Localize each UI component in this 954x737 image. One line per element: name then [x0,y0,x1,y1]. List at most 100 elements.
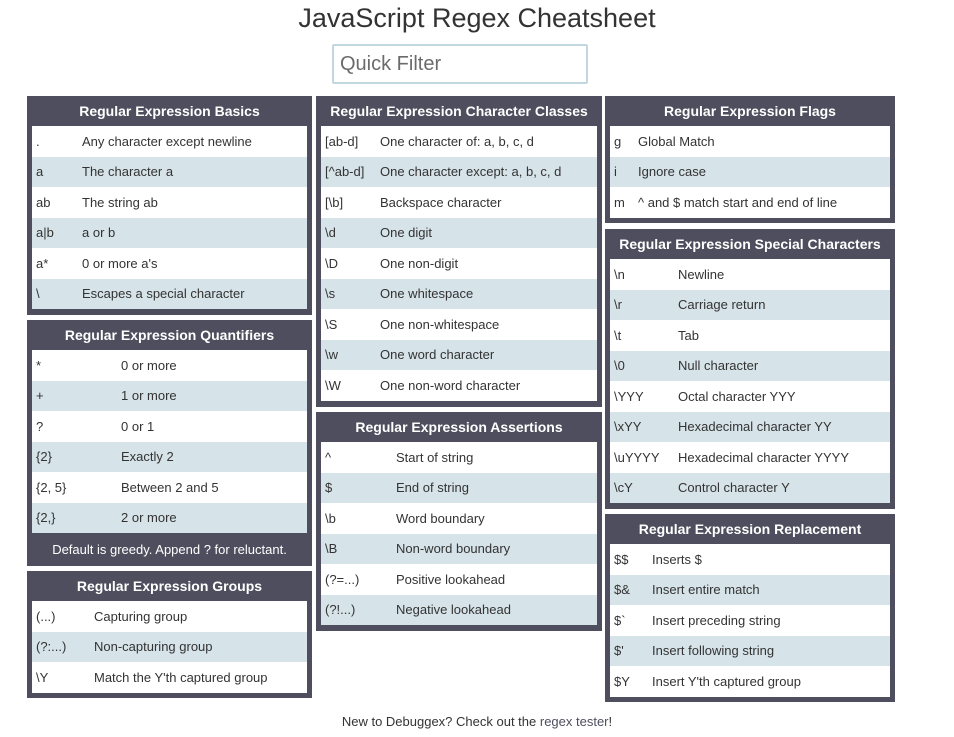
cheatsheet-row: (...) Capturing group [32,601,307,632]
row-description: Start of string [396,449,474,465]
row-pattern: \n [614,266,625,282]
row-description: Backspace character [380,194,502,210]
row-pattern: \d [325,225,336,241]
panel-title: Regular Expression Flags [664,103,836,119]
row-description: a or b [82,225,116,241]
cheatsheet-row: \Y Match the Y'th captured group [32,662,307,693]
cheatsheet-row: $Y Insert Y'th captured group [610,666,890,697]
row-pattern: \B [325,541,338,557]
row-description: Word boundary [396,510,485,526]
footer-text: New to Debuggex? Check out the [341,714,540,729]
cheatsheet-row: \D One non-digit [321,248,597,279]
row-pattern: $' [614,643,624,659]
footer: New to Debuggex? Check out the regex tes… [0,714,954,729]
row-pattern: \Y [36,669,49,685]
panel-replacement: Regular Expression Replacement $$ Inserts… [605,514,895,702]
cheatsheet-row: ab The string ab [32,187,307,218]
row-description: Escapes a special character [82,286,245,302]
row-description: One non-word character [380,377,521,393]
row-description: The string ab [82,194,158,210]
row-description: One digit [380,225,433,241]
cheatsheet-row: \W One non-word character [321,370,597,401]
cheatsheet-row: \r Carriage return [610,289,890,320]
row-list: * 0 or more +1 or more? 0 or 1 {2} Exactly 2{… [32,350,307,533]
row-pattern: {2} [36,449,52,465]
panel-assertions: Regular Expression Assertions ^ Start of … [316,412,602,631]
row-description: Between 2 and 5 [121,479,219,495]
row-description: End of string [396,480,469,496]
row-description: Ignore case [638,164,706,180]
row-description: Hexadecimal character YYYY [678,449,850,465]
cheatsheet-row: \d One digit [321,217,597,248]
cheatsheet-row: \uYYYY Hexadecimal character YYYY [610,442,890,473]
cheatsheet-row: ^ Start of string [321,442,597,473]
row-pattern: (?=...) [325,571,360,587]
row-description: Insert following string [652,643,775,659]
row-description: Negative lookahead [396,602,511,618]
row-pattern: \cY [614,480,633,496]
panel-flags: Regular Expression Flags g Global Match i I… [605,96,895,223]
panel-special-characters: Regular Expression Special Characters \n… [605,229,895,509]
row-pattern: \W [325,377,341,393]
row-description: Newline [678,266,725,282]
row-pattern: i [614,164,617,180]
row-description: Hexadecimal character YY [678,419,832,435]
cheatsheet-row: * 0 or more [32,350,307,381]
cheatsheet-row: $ End of string [321,472,597,503]
row-pattern: a [36,164,44,180]
row-pattern: [^ab-d] [325,164,365,180]
row-pattern: g [614,133,622,149]
regex-tester-link[interactable]: regex tester [540,714,609,729]
row-description: Match the Y'th captured group [94,669,268,685]
row-description: Insert Y'th captured group [652,673,801,689]
cheatsheet-row: [ab-d] One character of: a, b, c, d [321,126,597,157]
page-title: JavaScript Regex Cheatsheet [298,3,656,33]
row-list: $$ Inserts $ $& Insert entire match $` Insert… [610,544,890,697]
row-description: One non-digit [380,255,459,271]
cheatsheet-row: m ^ and $ match start and end of line [610,187,890,218]
row-pattern: $ [325,480,333,496]
cheatsheet-row: {2, 5} Between 2 and 5 [32,472,307,503]
row-description: 0 or more a's [82,255,158,271]
cheatsheet-row: . Any character except newline [32,126,307,157]
row-pattern: (?:...) [36,639,67,655]
row-pattern: \xYY [614,419,642,435]
row-pattern: \b [325,510,336,526]
row-list: (...) Capturing group (?:...) Non-capturing… [32,601,307,693]
row-pattern: {2, 5} [36,479,67,495]
row-pattern: ab [36,194,51,210]
cheatsheet-row: \t Tab [610,320,890,351]
cheatsheet-row: \b Word boundary [321,503,597,534]
cheatsheet-row: (?:...) Non-capturing group [32,631,307,662]
panel-title: Regular Expression Replacement [638,521,862,537]
footer-suffix: ! [608,714,613,729]
row-description: Non-word boundary [396,541,511,557]
panel-basics: Regular Expression Basics . Any character… [27,96,312,315]
cheatsheet-row: (?=...) Positive lookahead [321,564,597,595]
row-pattern: \ [36,286,40,302]
panel-title: Regular Expression Quantifiers [64,327,275,343]
quick-filter-input[interactable] [332,44,588,84]
row-description: Any character except newline [82,133,252,149]
row-list: . Any character except newline a The charac… [32,126,307,309]
row-pattern: + [36,388,44,404]
row-pattern: a|b [36,225,54,241]
row-description: 0 or 1 [121,418,155,434]
row-description: Carriage return [678,297,766,313]
row-pattern: \0 [614,358,625,374]
panel-title: Regular Expression Character Classes [330,103,588,119]
row-description: ^ and $ match start and end of line [638,194,838,210]
cheatsheet-row: \0 Null character [610,350,890,381]
row-pattern: [ab-d] [325,133,359,149]
row-pattern: $& [614,582,630,598]
cheatsheet-row: +1 or more [32,380,307,411]
row-pattern: $Y [614,673,630,689]
row-pattern: * [36,357,42,373]
cheatsheet-row: $` Insert preceding string [610,605,890,636]
panel-title: Regular Expression Special Characters [619,236,881,252]
row-pattern: m [614,194,625,210]
row-description: Null character [678,358,759,374]
cheatsheet-row: \w One word character [321,339,597,370]
row-description: 1 or more [121,388,177,404]
row-pattern: \s [325,286,336,302]
